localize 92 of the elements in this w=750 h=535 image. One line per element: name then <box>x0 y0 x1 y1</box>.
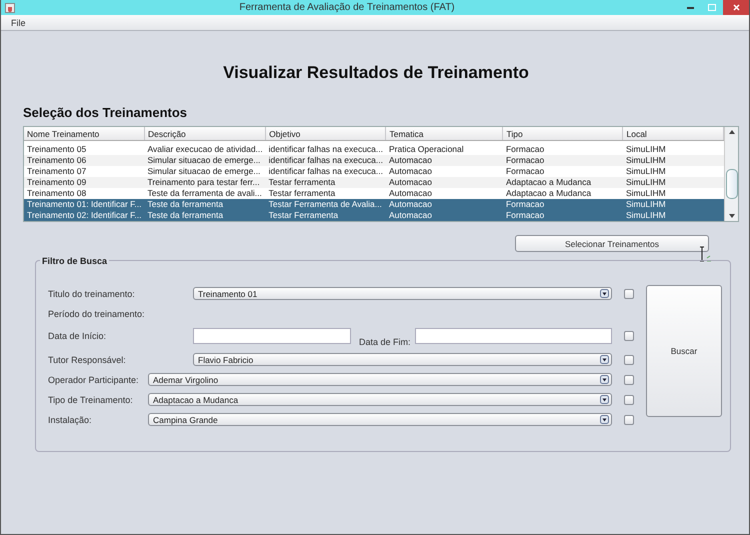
field-label: Data de Fim: <box>359 337 411 347</box>
table-cell: Treinamento para testar ferr... <box>144 177 266 188</box>
select-trainings-button[interactable]: Selecionar Treinamentos <box>515 235 709 252</box>
filter-checkbox[interactable] <box>624 288 634 298</box>
down-arrow-icon <box>728 214 734 218</box>
column-header[interactable]: Descrição <box>144 127 266 140</box>
table-cell: Testar Ferramenta de Avalia... <box>266 199 386 210</box>
table-cell: Automacao <box>386 199 503 210</box>
page-heading: Visualizar Resultados de Treinamento <box>222 63 530 83</box>
table-cell: Automacao <box>386 166 503 177</box>
table-cell: Automacao <box>386 155 503 166</box>
table-cell: Treinamento 09 <box>24 177 144 188</box>
table-cell: Treinamento 07 <box>24 166 144 177</box>
table-cell: identificar falhas na execuca... <box>266 144 386 155</box>
table-cell: SimuLIHM <box>622 188 724 199</box>
table-cell: Testar ferramenta <box>266 188 386 199</box>
table-cell: Adaptacao a Mudanca <box>502 188 623 199</box>
filter-checkbox[interactable] <box>624 414 634 424</box>
table-cell: Pratica Operacional <box>386 144 503 155</box>
column-header[interactable]: Objetivo <box>266 127 386 140</box>
field-label: Data de Início: <box>48 331 108 341</box>
start-date-field[interactable] <box>193 328 351 344</box>
table-cell: Treinamento 01: Identificar F... <box>24 199 144 210</box>
table-cell: Avaliar execucao de atividad... <box>144 144 266 155</box>
field-label: Operador Participante: <box>48 374 140 384</box>
dropdown[interactable]: Treinamento 01 <box>193 287 612 300</box>
column-header[interactable]: Tematica <box>386 127 503 140</box>
panel-title: Filtro de Busca <box>40 256 110 266</box>
table-cell: Treinamento 05 <box>24 144 144 155</box>
table-cell: Simular situacao de emerge... <box>144 155 266 166</box>
column-header[interactable]: Nome Treinamento <box>24 127 144 140</box>
table-row[interactable]: Treinamento 09 Treinamento para testar ferr... Testar ferramenta Automacao Adaptacao a Mudanca SimuLIHM <box>24 177 724 188</box>
table-row[interactable]: Treinamento 08 Teste da ferramenta de avali... Testar ferramenta Automacao Adaptacao a Mudanca SimuLIHM <box>24 188 724 199</box>
dropdown[interactable]: Flavio Fabricio <box>193 353 612 366</box>
field-label: Titulo do treinamento: <box>48 288 136 298</box>
filter-checkbox[interactable] <box>624 394 634 404</box>
filter-checkbox[interactable] <box>624 374 634 384</box>
table-cell: Testar Ferramenta <box>266 210 386 221</box>
table-cell: SimuLIHM <box>622 166 724 177</box>
cursor-icon <box>699 246 711 264</box>
scrollbar[interactable] <box>724 127 738 221</box>
field-label: Período do treinamento: <box>48 308 145 318</box>
close-button[interactable] <box>723 0 749 15</box>
dropdown[interactable]: Ademar Virgolino <box>148 373 612 386</box>
table-cell: identificar falhas na execuca... <box>266 166 386 177</box>
table-cell: Testar ferramenta <box>266 177 386 188</box>
table-cell: SimuLIHM <box>622 144 724 155</box>
up-arrow-icon <box>728 130 734 134</box>
column-header[interactable]: Local <box>622 127 724 140</box>
minimize-icon <box>686 6 694 9</box>
window-title: Ferramenta de Avaliação de Treinamentos (FAT) <box>238 2 456 13</box>
table-cell: identificar falhas na execuca... <box>266 155 386 166</box>
table-cell: Formacao <box>502 210 623 221</box>
table-row[interactable]: Treinamento 06 Simular situacao de emerge... identificar falhas na execuca... Automacao Formacao SimuLIHM <box>24 155 724 166</box>
filter-checkbox[interactable] <box>624 354 634 364</box>
table-cell: Formacao <box>502 166 623 177</box>
column-header[interactable]: Tipo <box>502 127 623 140</box>
table-row[interactable]: Treinamento 05 Avaliar execucao de atividad... identificar falhas na execuca... Pratica Operacional Formacao SimuLIHM <box>24 144 724 155</box>
field-label: Instalação: <box>48 414 93 424</box>
table-cell: Automacao <box>386 188 503 199</box>
scroll-thumb[interactable] <box>726 169 738 199</box>
table-cell: SimuLIHM <box>622 210 724 221</box>
field-label: Tutor Responsável: <box>48 354 127 364</box>
end-date-field[interactable] <box>414 328 612 344</box>
table-cell: Automacao <box>386 177 503 188</box>
table-cell: Formacao <box>502 199 623 210</box>
close-icon <box>732 4 740 11</box>
table-row[interactable]: Treinamento 02: Identificar F... Teste da ferramenta Testar Ferramenta Automacao Formacao SimuLIHM <box>24 210 724 221</box>
search-button[interactable]: Buscar <box>646 285 722 417</box>
section-heading: Seleção dos Treinamentos <box>23 105 188 120</box>
dropdown[interactable]: Campina Grande <box>148 413 612 426</box>
table-cell: Formacao <box>502 144 623 155</box>
field-label: Tipo de Treinamento: <box>48 394 134 404</box>
table-row[interactable]: Treinamento 07 Simular situacao de emerge... identificar falhas na execuca... Automacao Formacao SimuLIHM <box>24 166 724 177</box>
menu-item[interactable]: File <box>7 18 30 28</box>
table-cell: Teste da ferramenta <box>144 199 266 210</box>
table-cell: Simular situacao de emerge... <box>144 166 266 177</box>
dropdown[interactable]: Adaptacao a Mudanca <box>148 393 612 406</box>
table-row[interactable]: Treinamento 01: Identificar F... Teste da ferramenta Testar Ferramenta de Avalia... Automacao Formacao SimuLIHM <box>24 199 724 210</box>
table-cell: Formacao <box>502 155 623 166</box>
filter-checkbox[interactable] <box>624 331 634 341</box>
table-cell: Teste da ferramenta de avali... <box>144 188 266 199</box>
table-cell: Treinamento 02: Identificar F... <box>24 210 144 221</box>
table-cell: Adaptacao a Mudanca <box>502 177 623 188</box>
table-cell: Teste da ferramenta <box>144 210 266 221</box>
maximize-icon <box>708 4 716 11</box>
table-cell: SimuLIHM <box>622 155 724 166</box>
table-cell: SimuLIHM <box>622 199 724 210</box>
table-cell: Treinamento 06 <box>24 155 144 166</box>
table-cell: Automacao <box>386 210 503 221</box>
table-cell: SimuLIHM <box>622 177 724 188</box>
table-cell: Treinamento 08 <box>24 188 144 199</box>
